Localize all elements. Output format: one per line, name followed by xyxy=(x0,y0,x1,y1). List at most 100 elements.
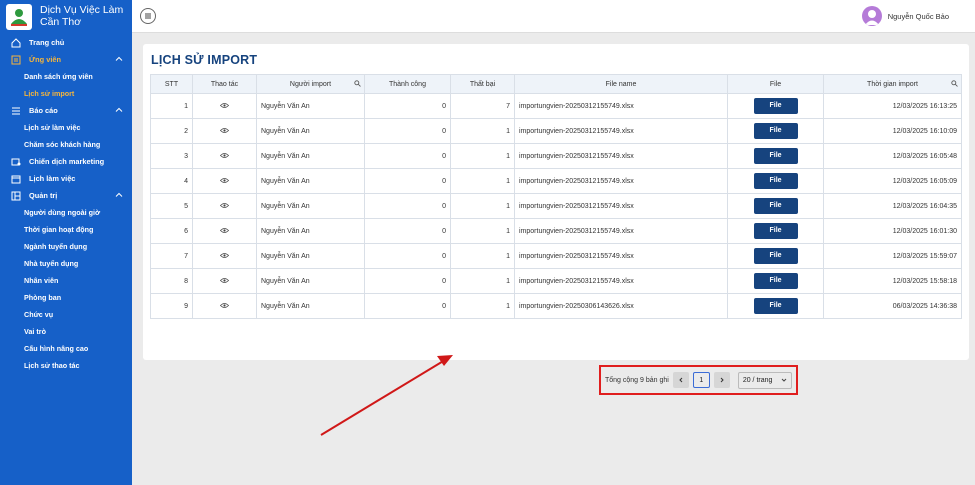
header-file-name: File name xyxy=(514,74,728,94)
chevron-up-icon xyxy=(115,56,123,61)
cell-stt: 1 xyxy=(150,93,193,119)
sidebar-item-bao-cao[interactable]: Báo cáo xyxy=(0,102,132,119)
sidebar-item-lich-su-import[interactable]: Lịch sử import xyxy=(0,85,132,102)
cell-file: File xyxy=(727,268,824,294)
download-file-button[interactable]: File xyxy=(753,148,798,164)
eye-icon[interactable] xyxy=(219,202,230,209)
eye-icon[interactable] xyxy=(219,252,230,259)
cell-actions xyxy=(192,93,257,119)
cell-file-name: importungvien-20250312155749.xlsx xyxy=(514,218,728,244)
cell-import-time: 06/03/2025 14:36:38 xyxy=(823,293,962,319)
cell-stt: 2 xyxy=(150,118,193,144)
cell-success: 0 xyxy=(364,293,451,319)
cell-file: File xyxy=(727,218,824,244)
sidebar-item-label: Ứng viên xyxy=(29,55,62,64)
cell-importer: Nguyễn Văn An xyxy=(256,143,365,169)
download-file-button[interactable]: File xyxy=(753,98,798,114)
cell-actions xyxy=(192,293,257,319)
cell-actions xyxy=(192,193,257,219)
eye-icon[interactable] xyxy=(219,277,230,284)
eye-icon[interactable] xyxy=(219,302,230,309)
cell-actions xyxy=(192,218,257,244)
sidebar-item-label: Báo cáo xyxy=(29,106,58,115)
sidebar-item-nganh-tuyen-dung[interactable]: Ngành tuyển dụng xyxy=(0,238,132,255)
marketing-icon xyxy=(11,157,21,167)
page-size-select[interactable]: 20 / trang xyxy=(737,371,792,389)
next-page-button[interactable] xyxy=(713,372,730,388)
cell-failed: 1 xyxy=(450,218,515,244)
sidebar-item-cau-hinh-nang-cao[interactable]: Cấu hình nâng cao xyxy=(0,340,132,357)
sidebar-item-chien-dich-marketing[interactable]: Chiến dịch marketing xyxy=(0,153,132,170)
sidebar-item-quan-tri[interactable]: Quản trị xyxy=(0,187,132,204)
sidebar-item-trang-chu[interactable]: Trang chủ xyxy=(0,34,132,51)
cell-file-name: importungvien-20250312155749.xlsx xyxy=(514,268,728,294)
eye-icon[interactable] xyxy=(219,177,230,184)
sidebar-item-lich-su-lam-viec[interactable]: Lịch sử làm việc xyxy=(0,119,132,136)
table-row: 4 Nguyễn Văn An 0 1 importungvien-2025031215… xyxy=(150,168,962,194)
list-icon xyxy=(11,106,21,116)
cell-file: File xyxy=(727,193,824,219)
header-thoi-gian-import[interactable]: Thời gian import xyxy=(823,74,962,94)
cell-stt: 9 xyxy=(150,293,193,319)
sidebar-item-ung-vien[interactable]: Ứng viên xyxy=(0,51,132,68)
eye-icon[interactable] xyxy=(219,152,230,159)
cell-file-name: importungvien-20250312155749.xlsx xyxy=(514,118,728,144)
cell-file-name: importungvien-20250312155749.xlsx xyxy=(514,93,728,119)
sidebar-item-vai-tro[interactable]: Vai trò xyxy=(0,323,132,340)
cell-file: File xyxy=(727,118,824,144)
download-file-button[interactable]: File xyxy=(753,298,798,314)
table-row: 3 Nguyễn Văn An 0 1 importungvien-2025031215… xyxy=(150,143,962,169)
table-header-row: STT Thao tác Người import Thành công Thấ… xyxy=(150,74,962,94)
sidebar-item-label: Quản trị xyxy=(29,191,58,200)
download-file-button[interactable]: File xyxy=(753,248,798,264)
brand-title: Dịch Vụ Việc Làm Cần Thơ xyxy=(40,4,124,28)
sidebar-item-thoi-gian-hoat-dong[interactable]: Thời gian hoạt động xyxy=(0,221,132,238)
sidebar-item-phong-ban[interactable]: Phòng ban xyxy=(0,289,132,306)
topbar: Nguyễn Quốc Bảo xyxy=(132,0,975,33)
sidebar-item-lich-lam-viec[interactable]: Lịch làm việc xyxy=(0,170,132,187)
sidebar-item-danh-sach-ung-vien[interactable]: Danh sách ứng viên xyxy=(0,68,132,85)
table-row: 5 Nguyễn Văn An 0 1 importungvien-2025031215… xyxy=(150,193,962,219)
header-nguoi-import[interactable]: Người import xyxy=(256,74,365,94)
download-file-button[interactable]: File xyxy=(753,198,798,214)
table-body: 1 Nguyễn Văn An 0 7 importungvien-2025031215… xyxy=(150,93,962,319)
eye-icon[interactable] xyxy=(219,127,230,134)
sidebar-item-lich-su-thao-tac[interactable]: Lịch sử thao tác xyxy=(0,357,132,374)
menu-toggle-button[interactable] xyxy=(140,8,156,24)
cell-failed: 1 xyxy=(450,168,515,194)
cell-success: 0 xyxy=(364,118,451,144)
sidebar-item-nhan-vien[interactable]: Nhân viên xyxy=(0,272,132,289)
cell-importer: Nguyễn Văn An xyxy=(256,118,365,144)
sidebar-item-nha-tuyen-dung[interactable]: Nhà tuyển dụng xyxy=(0,255,132,272)
header-label: Người import xyxy=(289,80,332,88)
eye-icon[interactable] xyxy=(219,102,230,109)
cell-file-name: importungvien-20250312155749.xlsx xyxy=(514,243,728,269)
chevron-right-icon xyxy=(720,377,724,383)
search-icon[interactable] xyxy=(354,80,361,87)
cell-success: 0 xyxy=(364,268,451,294)
user-menu[interactable]: Nguyễn Quốc Bảo xyxy=(861,6,949,26)
home-icon xyxy=(11,37,21,48)
brand[interactable]: Dịch Vụ Việc Làm Cần Thơ xyxy=(0,0,132,34)
cell-file-name: importungvien-20250312155749.xlsx xyxy=(514,193,728,219)
download-file-button[interactable]: File xyxy=(753,173,798,189)
page-number[interactable]: 1 xyxy=(692,372,710,388)
user-form-icon xyxy=(11,55,21,65)
cell-failed: 1 xyxy=(450,143,515,169)
cell-file-name: importungvien-20250312155749.xlsx xyxy=(514,168,728,194)
prev-page-button[interactable] xyxy=(672,372,689,388)
download-file-button[interactable]: File xyxy=(753,123,798,139)
cell-stt: 3 xyxy=(150,143,193,169)
search-icon[interactable] xyxy=(951,80,958,87)
sidebar-item-nguoi-dung-ngoai-gio[interactable]: Người dùng ngoài giờ xyxy=(0,204,132,221)
cell-file: File xyxy=(727,243,824,269)
cell-importer: Nguyễn Văn An xyxy=(256,268,365,294)
download-file-button[interactable]: File xyxy=(753,223,798,239)
chevron-up-icon xyxy=(115,107,123,112)
eye-icon[interactable] xyxy=(219,227,230,234)
cell-import-time: 12/03/2025 15:59:07 xyxy=(823,243,962,269)
download-file-button[interactable]: File xyxy=(753,273,798,289)
sidebar-item-label: Lịch làm việc xyxy=(29,174,76,183)
sidebar-item-cham-soc-khach-hang[interactable]: Chăm sóc khách hàng xyxy=(0,136,132,153)
sidebar-item-chuc-vu[interactable]: Chức vụ xyxy=(0,306,132,323)
